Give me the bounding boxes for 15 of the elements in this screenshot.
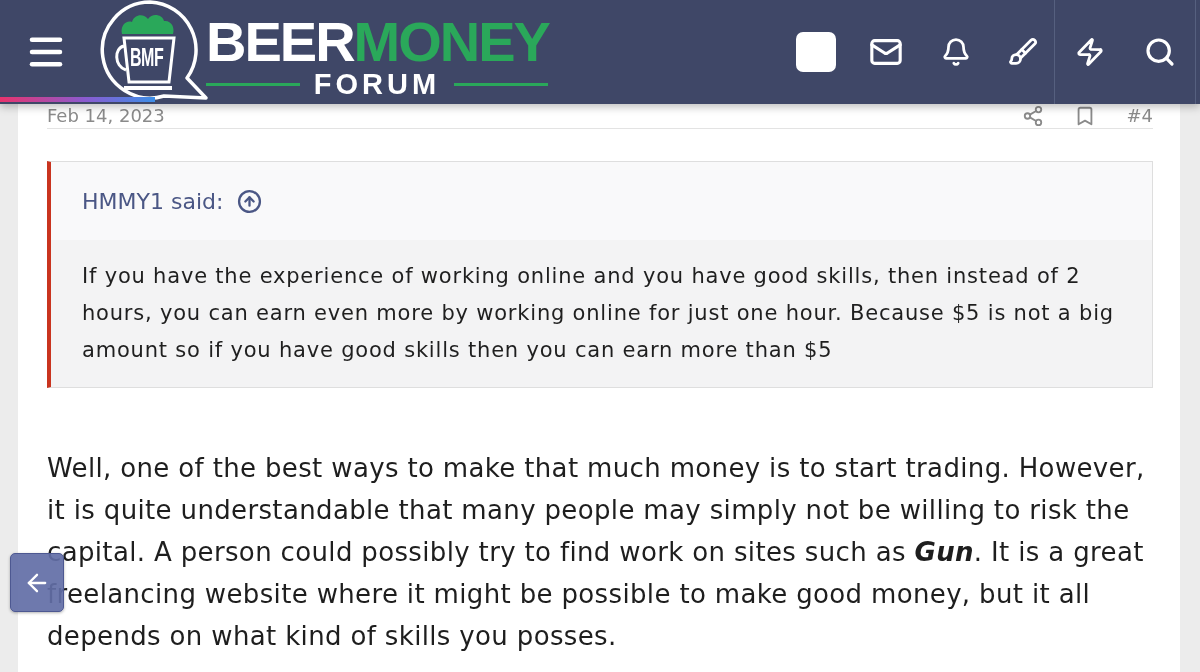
quote-text: If you have the experience of working online and you have good skills, then instead of 2 hours, you can earn even more by working online for just one hour. Because $5 is not a big amount so if you have good skills then you can earn more than $5 (51, 240, 1152, 387)
logo-title: BEER (206, 14, 354, 70)
logo-monogram: BMF (130, 45, 164, 71)
lightning-icon (1075, 37, 1105, 67)
share-button[interactable] (1022, 105, 1045, 127)
logo-subtitle: FORUM (313, 69, 441, 99)
jump-to-quote-button[interactable] (237, 188, 263, 214)
quote-author: HMMY1 said: (82, 188, 224, 214)
bell-icon (941, 37, 971, 67)
paintbrush-icon (1007, 37, 1038, 67)
share-icon (1022, 105, 1045, 127)
post-number-link[interactable]: #4 (1126, 105, 1153, 127)
search-icon (1144, 36, 1176, 68)
post-date: Feb 14, 2023 (47, 105, 165, 127)
avatar-icon (796, 32, 836, 72)
